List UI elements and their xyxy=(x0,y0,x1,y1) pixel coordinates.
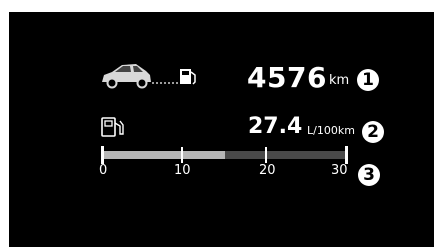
callout-2: 2 xyxy=(362,121,384,143)
scale-label-30: 30 xyxy=(331,163,348,178)
scale-label-20: 20 xyxy=(259,163,276,178)
scale-label-0: 0 xyxy=(99,163,108,178)
scale-end-cap xyxy=(345,146,348,164)
consumption-unit: L/100km xyxy=(307,124,355,137)
range-value: 4576 xyxy=(247,61,327,94)
range-unit: km xyxy=(329,73,350,88)
scale-label-10: 10 xyxy=(174,163,191,178)
scale-tick-20 xyxy=(265,147,267,163)
consumption-scale-fill xyxy=(103,151,225,159)
scale-tick-10 xyxy=(181,147,183,163)
fuel-pump-icon xyxy=(101,117,124,137)
white-corner-tab xyxy=(0,0,62,12)
callout-1: 1 xyxy=(357,69,379,91)
consumption-value: 27.4 xyxy=(248,114,303,139)
scale-start-cap xyxy=(101,146,104,164)
callout-3: 3 xyxy=(358,164,380,186)
car-to-pump-icon xyxy=(102,64,196,89)
consumption-scale-track xyxy=(103,151,347,159)
